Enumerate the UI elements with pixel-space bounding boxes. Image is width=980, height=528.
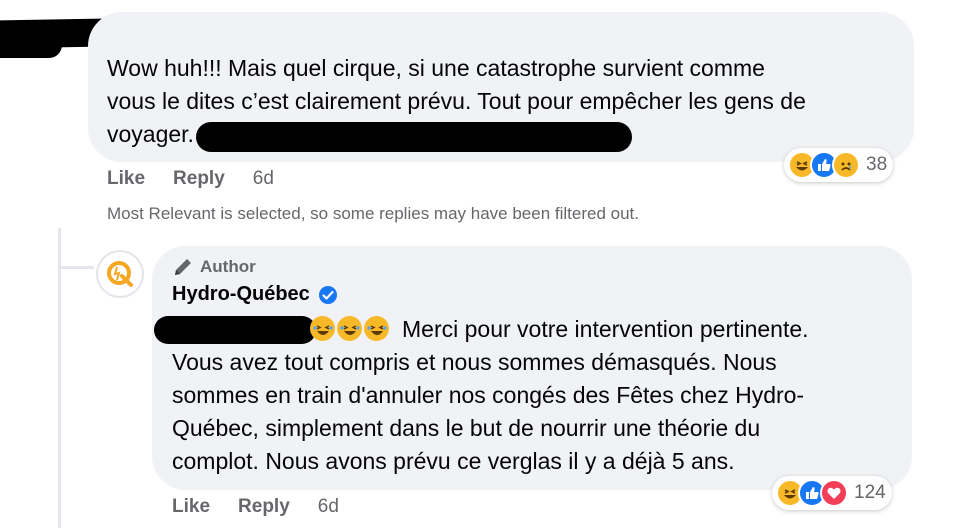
timestamp[interactable]: 6d xyxy=(253,168,274,190)
reply-line: Québec, simplement dans le but de nourri… xyxy=(172,415,761,441)
filter-notice: Most Relevant is selected, so some repli… xyxy=(107,204,639,223)
reaction-count: 38 xyxy=(866,154,888,175)
comment-line: Wow huh!!! Mais quel cirque, si une cata… xyxy=(107,55,765,81)
redacted-mention xyxy=(196,122,632,152)
avatar[interactable] xyxy=(96,250,144,298)
reply-button[interactable]: Reply xyxy=(173,168,225,190)
reply-line: sommes en train d'annuler nos congés des… xyxy=(172,382,805,408)
author-badge: Author xyxy=(172,256,256,278)
reply-text: Vous avez tout compris et nous sommes dé… xyxy=(172,346,804,478)
reply-button[interactable]: Reply xyxy=(238,496,290,518)
reply-author: Hydro-Québec xyxy=(172,283,338,306)
author-label: Author xyxy=(200,257,256,276)
laughing-emoji-icon xyxy=(364,316,389,341)
reply-reactions[interactable]: 124 xyxy=(772,476,892,510)
reply-line: Vous avez tout compris et nous sommes dé… xyxy=(172,349,777,375)
comment-actions: Like Reply 6d xyxy=(107,168,302,190)
like-button[interactable]: Like xyxy=(107,168,145,190)
laughing-emoji-icon xyxy=(310,316,335,341)
pencil-icon xyxy=(175,259,191,275)
verified-badge-icon xyxy=(318,285,337,304)
love-icon xyxy=(820,479,848,507)
reply-line: Merci pour votre intervention pertinente… xyxy=(402,316,809,342)
author-name[interactable]: Hydro-Québec xyxy=(172,283,310,306)
reaction-count: 124 xyxy=(854,482,886,503)
thread-line xyxy=(58,228,61,528)
comment-line: vous le dites c’est clairement prévu. To… xyxy=(107,88,806,114)
reply-actions: Like Reply 6d xyxy=(172,496,367,518)
thread-branch xyxy=(58,266,94,269)
reply-text-first-line: Merci pour votre intervention pertinente… xyxy=(402,313,809,346)
sad-icon xyxy=(832,151,860,179)
hydro-quebec-logo xyxy=(107,261,133,287)
comment-reactions[interactable]: 38 xyxy=(784,148,894,182)
laughing-emoji-icon xyxy=(337,316,362,341)
redacted-mention xyxy=(154,316,316,344)
like-button[interactable]: Like xyxy=(172,496,210,518)
reply-line: complot. Nous avons prévu ce verglas il … xyxy=(172,448,735,474)
timestamp[interactable]: 6d xyxy=(318,496,339,518)
redacted-commenter-name-tail xyxy=(0,32,62,58)
inline-emoji-group xyxy=(310,316,389,341)
